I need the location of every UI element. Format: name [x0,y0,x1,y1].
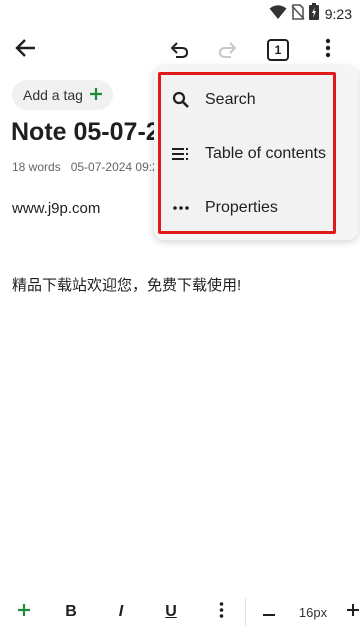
undo-icon [168,37,190,64]
add-tag-label: Add a tag [23,87,83,103]
menu-item-table-of-contents[interactable]: Table of contents [171,139,326,169]
plus-icon [347,603,359,621]
no-sim-icon [291,3,305,25]
tab-count: 1 [267,39,289,61]
bold-button[interactable]: B [60,600,82,624]
note-meta: 18 words 05-07-2024 09:2 [12,160,159,174]
redo-button[interactable] [212,34,244,66]
format-toolbar: B I U 16px [0,584,360,640]
menu-item-label: Properties [205,199,278,216]
overflow-menu-button[interactable] [312,34,344,66]
increase-font-button[interactable] [346,600,360,624]
italic-icon: I [118,603,124,620]
bold-icon: B [65,603,77,620]
battery-charging-icon [308,3,319,25]
status-bar: 9:23 [0,0,360,24]
more-format-button[interactable] [213,600,229,624]
note-title[interactable]: Note 05-07-2 [11,118,160,147]
more-horizontal-icon [171,198,191,218]
overflow-menu: Search Table of contents Properties [158,72,336,234]
status-time: 9:23 [324,6,352,22]
menu-item-label: Search [205,91,256,108]
tabs-button[interactable]: 1 [262,34,294,66]
decrease-font-button[interactable] [260,600,278,624]
word-count: 18 words [12,160,61,174]
status-icons: 9:23 [269,3,352,25]
more-vertical-icon [219,601,224,623]
font-size-value: 16px [298,604,328,620]
search-icon [171,90,191,110]
insert-button[interactable] [14,600,34,624]
italic-button[interactable]: I [110,600,132,624]
back-button[interactable] [10,34,42,66]
menu-item-search[interactable]: Search [171,85,256,115]
add-tag-chip[interactable]: Add a tag [12,80,113,110]
minus-icon [263,603,275,621]
undo-button[interactable] [163,34,195,66]
divider [245,598,246,626]
plus-icon [17,603,31,622]
redo-icon [217,37,239,64]
plus-icon [89,87,103,104]
arrow-left-icon [15,37,37,64]
font-size-display: 16px [294,600,332,624]
more-vertical-icon [325,38,331,63]
wifi-icon [269,4,287,25]
note-paragraph: 精品下载站欢迎您，免费下载使用! [12,277,242,294]
underline-icon: U [165,603,177,620]
note-date: 05-07-2024 09:2 [70,160,159,174]
underline-button[interactable]: U [160,600,182,624]
toc-icon [171,144,191,164]
menu-item-properties[interactable]: Properties [171,193,278,223]
menu-item-label: Table of contents [205,145,326,162]
